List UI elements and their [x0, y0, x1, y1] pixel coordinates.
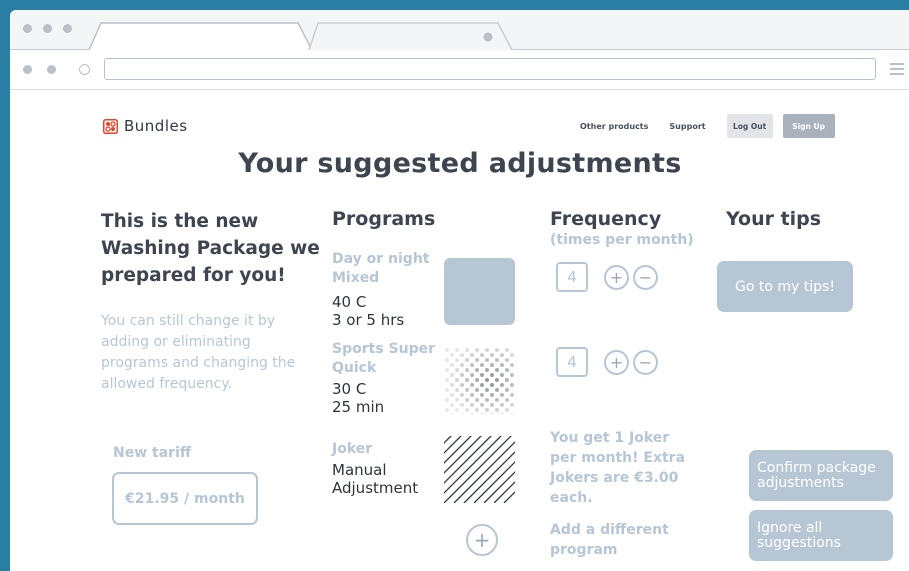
address-input[interactable]: [104, 58, 876, 80]
add-program-button[interactable]: +: [466, 524, 498, 556]
frequency-input[interactable]: [556, 262, 588, 292]
increment-button[interactable]: +: [604, 350, 629, 375]
program-name: Joker: [332, 441, 373, 457]
menu-icon[interactable]: [890, 63, 904, 78]
increment-button[interactable]: +: [604, 265, 629, 290]
program-image-stripes: [444, 436, 515, 503]
confirm-adjustments-button[interactable]: Confirm package adjustments: [749, 450, 893, 501]
tab-inactive[interactable]: [308, 22, 513, 51]
page-content: Bundles Other products Support Log Out S…: [10, 90, 909, 571]
plus-icon: +: [609, 352, 624, 372]
program-duration: 3 or 5 hrs: [332, 311, 405, 329]
brand-logo[interactable]: Bundles: [103, 117, 188, 135]
nav-support[interactable]: Support: [669, 122, 705, 131]
log-out-button[interactable]: Log Out: [726, 114, 773, 138]
page-title: Your suggested adjustments: [238, 148, 682, 179]
brand-name: Bundles: [124, 117, 188, 135]
program-name: Day or night Mixed: [332, 251, 430, 286]
ignore-suggestions-button[interactable]: Ignore all suggestions: [749, 510, 893, 561]
intro-text: You can still change it by adding or eli…: [101, 313, 296, 392]
tips-title: Your tips: [726, 208, 822, 230]
window-dot-icon[interactable]: [43, 24, 52, 33]
decrement-button[interactable]: −: [633, 265, 658, 290]
program-detail: Manual: [332, 461, 387, 479]
address-bar-row: [10, 50, 909, 90]
decrement-button[interactable]: −: [633, 350, 658, 375]
intro-heading: This is the new Washing Package we prepa…: [101, 211, 320, 286]
plus-icon: +: [473, 528, 491, 552]
program-name: Sports Super Quick: [332, 341, 435, 376]
frequency-title: Frequency: [550, 208, 662, 230]
sign-up-button[interactable]: Sign Up: [782, 114, 835, 138]
frequency-subtitle: (times per month): [550, 232, 694, 248]
go-to-tips-button[interactable]: Go to my tips!: [717, 261, 853, 312]
tariff-label: New tariff: [113, 445, 192, 461]
back-icon[interactable]: [23, 65, 32, 74]
browser-window: Bundles Other products Support Log Out S…: [10, 10, 909, 571]
program-temperature: 40 C: [332, 293, 367, 311]
window-dot-icon[interactable]: [63, 24, 72, 33]
joker-note: You get 1 Joker per month! Extra Jokers …: [550, 430, 686, 506]
top-nav: Other products Support Log Out Sign Up: [580, 114, 835, 138]
frequency-input[interactable]: [556, 347, 588, 377]
bundles-logo-icon: [103, 118, 118, 134]
nav-other-products[interactable]: Other products: [580, 122, 648, 131]
programs-title: Programs: [332, 208, 436, 230]
minus-icon: −: [638, 352, 653, 372]
forward-icon[interactable]: [47, 65, 56, 74]
program-image-dots: [444, 347, 515, 414]
add-program-link[interactable]: Add a different program: [550, 520, 700, 560]
reload-icon[interactable]: [79, 64, 90, 75]
window-dot-icon[interactable]: [23, 24, 32, 33]
program-duration: 25 min: [332, 398, 385, 416]
tab-bar: [10, 10, 909, 51]
minus-icon: −: [638, 267, 653, 287]
program-image-solid: [444, 258, 515, 325]
program-temperature: 30 C: [332, 380, 367, 398]
plus-icon: +: [609, 267, 624, 287]
program-detail: Adjustment: [332, 479, 419, 497]
tariff-value: €21.95 / month: [112, 472, 258, 525]
tab-active[interactable]: [88, 22, 313, 51]
